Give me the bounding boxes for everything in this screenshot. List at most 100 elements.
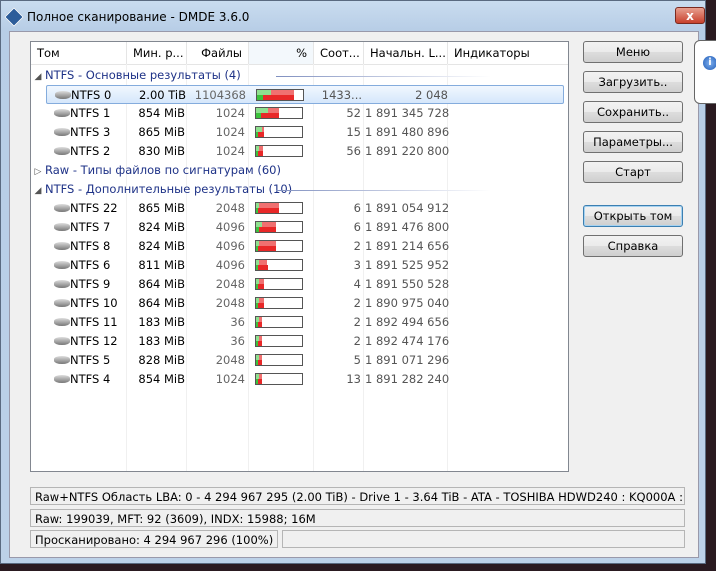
start-lba: 1 891 282 240 (365, 372, 450, 386)
volume-size: 824 MiB (138, 239, 185, 253)
disk-icon (54, 318, 70, 326)
column-header[interactable]: Начальн. L... (364, 42, 448, 64)
volume-name: NTFS 12 (70, 334, 118, 348)
volume-list[interactable]: Том Мин. р... Файлы% Соот... Начальн. L... Ин… (30, 41, 569, 472)
column-header[interactable]: Соот... (314, 42, 364, 64)
volume-row[interactable]: NTFS 0 2.00 TiB 1104368 1433... 2 048 (46, 85, 564, 104)
volume-row[interactable]: NTFS 6 811 MiB 4096 3 1 891 525 952 (46, 256, 564, 275)
volume-name: NTFS 9 (70, 277, 111, 291)
correspondence: 2 (353, 315, 361, 329)
correspondence: 2 (353, 239, 361, 253)
file-count: 36 (230, 334, 245, 348)
bar-red-bottom (258, 341, 262, 346)
disk-icon (54, 280, 70, 288)
start-lba: 1 890 975 040 (365, 296, 450, 310)
disk-icon (54, 128, 70, 136)
volume-row[interactable]: NTFS 5 828 MiB 2048 5 1 891 071 296 (46, 351, 564, 370)
window-title: Полное сканирование - DMDE 3.6.0 (27, 10, 250, 24)
volume-row[interactable]: NTFS 9 864 MiB 2048 4 1 891 550 528 (46, 275, 564, 294)
bar-red-bottom (258, 246, 277, 251)
percent-bar (255, 335, 303, 347)
group-header[interactable]: ◢ NTFS - Основные результаты (4) (31, 66, 491, 87)
volume-size: 854 MiB (138, 372, 185, 386)
start-lba: 1 891 480 896 (365, 125, 450, 139)
bar-red-bottom (260, 113, 279, 118)
column-header[interactable]: Индикаторы (448, 42, 568, 64)
file-count: 4096 (215, 258, 245, 272)
column-header[interactable]: Мин. р... (127, 42, 187, 64)
correspondence: 52 (346, 106, 361, 120)
percent-bar (255, 316, 303, 328)
volume-row[interactable]: NTFS 7 824 MiB 4096 6 1 891 476 800 (46, 218, 564, 237)
button-4[interactable]: Старт (583, 161, 683, 183)
volume-row[interactable]: NTFS 3 865 MiB 1024 15 1 891 480 896 (46, 123, 564, 142)
group-line (276, 190, 491, 191)
button-5[interactable]: Открыть том (583, 205, 683, 227)
button-3[interactable]: Параметры... (583, 131, 683, 153)
volume-name: NTFS 3 (70, 125, 111, 139)
bar-red-bottom (258, 360, 262, 365)
volume-size: 854 MiB (138, 106, 185, 120)
collapse-icon[interactable]: ◢ (31, 182, 45, 201)
volume-size: 183 MiB (138, 315, 185, 329)
percent-bar (255, 107, 303, 119)
volume-row[interactable]: NTFS 12 183 MiB 36 2 1 892 474 176 (46, 332, 564, 351)
bar-red-bottom (258, 379, 262, 384)
volume-row[interactable]: NTFS 11 183 MiB 36 2 1 892 494 656 (46, 313, 564, 332)
percent-bar (255, 221, 303, 233)
disk-icon (54, 337, 70, 345)
file-count: 4096 (215, 239, 245, 253)
list-header: Том Мин. р... Файлы% Соот... Начальн. L... Ин… (31, 42, 568, 65)
disk-icon (54, 204, 70, 212)
bar-red-bottom (258, 227, 277, 232)
volume-size: 824 MiB (138, 220, 185, 234)
close-button[interactable]: x (675, 7, 705, 24)
volume-name: NTFS 1 (70, 106, 111, 120)
column-header[interactable]: % (249, 42, 314, 64)
start-lba: 1 891 476 800 (365, 220, 450, 234)
button-2[interactable]: Сохранить.. (583, 101, 683, 123)
correspondence: 2 (353, 334, 361, 348)
group-header[interactable]: ▷ Raw - Типы файлов по сигнатурам (60) (31, 161, 281, 180)
volume-name: NTFS 0 (71, 88, 112, 102)
bar-red-bottom (258, 151, 263, 156)
correspondence: 5 (353, 353, 361, 367)
percent-bar (255, 126, 303, 138)
disk-icon (54, 109, 70, 117)
volume-name: NTFS 22 (70, 201, 118, 215)
volume-size: 864 MiB (138, 277, 185, 291)
percent-bar (255, 202, 303, 214)
group-label: Raw - Типы файлов по сигнатурам (60) (45, 163, 281, 177)
percent-bar (255, 354, 303, 366)
file-count: 1024 (215, 106, 245, 120)
volume-name: NTFS 8 (70, 239, 111, 253)
button-6[interactable]: Справка (583, 235, 683, 257)
volume-row[interactable]: NTFS 4 854 MiB 1024 13 1 891 282 240 (46, 370, 564, 389)
file-count: 2048 (215, 353, 245, 367)
volume-row[interactable]: NTFS 8 824 MiB 4096 2 1 891 214 656 (46, 237, 564, 256)
volume-row[interactable]: NTFS 1 854 MiB 1024 52 1 891 345 728 (46, 104, 564, 123)
volume-size: 828 MiB (138, 353, 185, 367)
volume-row[interactable]: NTFS 10 864 MiB 2048 2 1 890 975 040 (46, 294, 564, 313)
file-count: 36 (230, 315, 245, 329)
column-header[interactable]: Файлы (187, 42, 249, 64)
volume-row[interactable]: NTFS 2 830 MiB 1024 56 1 891 220 800 (46, 142, 564, 161)
volume-row[interactable]: NTFS 22 865 MiB 2048 6 1 891 054 912 (46, 199, 564, 218)
status-empty (282, 530, 685, 548)
collapse-icon[interactable]: ◢ (31, 68, 45, 87)
status-counts: Raw: 199039, MFT: 92 (3609), INDX: 15988… (30, 509, 685, 527)
start-lba: 1 892 494 656 (365, 315, 450, 329)
volume-size: 830 MiB (138, 144, 185, 158)
group-header[interactable]: ◢ NTFS - Дополнительные результаты (10) (31, 180, 491, 201)
button-0[interactable]: Меню (583, 41, 683, 63)
button-1[interactable]: Загрузить.. (583, 71, 683, 93)
disk-icon (54, 299, 70, 307)
percent-bar (255, 278, 303, 290)
start-lba: 2 048 (415, 88, 448, 102)
volume-size: 864 MiB (138, 296, 185, 310)
volume-size: 811 MiB (138, 258, 185, 272)
file-count: 1104368 (194, 88, 246, 102)
column-header[interactable]: Том (31, 42, 127, 64)
file-count: 2048 (215, 296, 245, 310)
bar-red-bottom (262, 95, 294, 100)
